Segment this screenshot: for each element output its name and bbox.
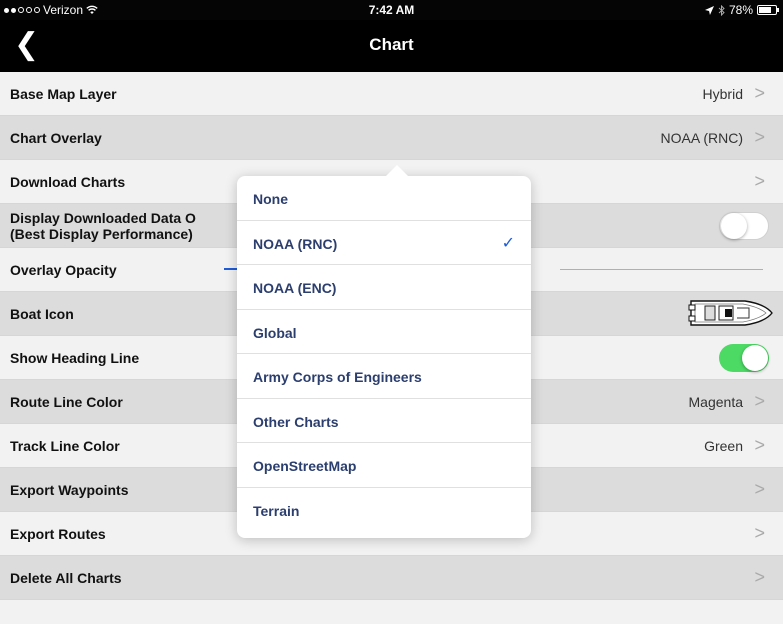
chevron-right-icon: > bbox=[754, 479, 765, 499]
checkmark-icon: ✓ bbox=[501, 234, 515, 252]
row-label-line1: Display Downloaded Data O bbox=[10, 210, 196, 226]
row-value: NOAA (RNC) bbox=[660, 130, 743, 146]
chevron-right-icon: > bbox=[754, 435, 765, 455]
heading-line-toggle[interactable] bbox=[719, 344, 769, 372]
battery-icon bbox=[757, 5, 779, 15]
chevron-right-icon: > bbox=[754, 523, 765, 543]
row-value: Magenta bbox=[688, 394, 743, 410]
option-terrain[interactable]: Terrain bbox=[237, 488, 531, 533]
option-army-corps[interactable]: Army Corps of Engineers bbox=[237, 354, 531, 399]
row-label-line2: (Best Display Performance) bbox=[10, 226, 193, 242]
opacity-slider-fill[interactable] bbox=[224, 268, 238, 270]
page-title: Chart bbox=[369, 35, 414, 54]
option-label: NOAA (ENC) bbox=[253, 280, 337, 296]
option-openstreetmap[interactable]: OpenStreetMap bbox=[237, 443, 531, 488]
option-global[interactable]: Global bbox=[237, 310, 531, 354]
option-label: None bbox=[253, 191, 288, 207]
option-label: NOAA (RNC) bbox=[253, 235, 338, 252]
chevron-right-icon: > bbox=[754, 83, 765, 103]
row-label: Download Charts bbox=[10, 174, 126, 190]
row-label: Overlay Opacity bbox=[10, 262, 117, 278]
option-other-charts[interactable]: Other Charts bbox=[237, 399, 531, 443]
chevron-right-icon: > bbox=[754, 391, 765, 411]
option-label: Army Corps of Engineers bbox=[253, 369, 422, 385]
battery-percent: 78% bbox=[728, 3, 753, 17]
row-label: Export Waypoints bbox=[10, 482, 129, 498]
row-delete-all-charts[interactable]: Delete All Charts > bbox=[0, 556, 783, 600]
navigation-bar: ❮ Chart bbox=[0, 20, 783, 72]
row-label: Display Downloaded Data O (Best Display … bbox=[10, 210, 196, 242]
status-right: 78% bbox=[704, 3, 779, 17]
row-label: Delete All Charts bbox=[10, 570, 122, 586]
display-downloaded-toggle[interactable] bbox=[719, 212, 769, 240]
bluetooth-icon bbox=[718, 4, 725, 16]
row-label: Boat Icon bbox=[10, 306, 74, 322]
status-bar: Verizon 7:42 AM 78% bbox=[0, 0, 783, 20]
chevron-right-icon: > bbox=[754, 567, 765, 587]
option-label: Other Charts bbox=[253, 413, 339, 430]
row-base-map-layer[interactable]: Base Map Layer Hybrid > bbox=[0, 72, 783, 116]
row-label: Export Routes bbox=[10, 526, 106, 542]
option-noaa-enc[interactable]: NOAA (ENC) bbox=[237, 265, 531, 310]
chevron-right-icon: > bbox=[754, 127, 765, 147]
row-label: Base Map Layer bbox=[10, 86, 117, 102]
row-label: Chart Overlay bbox=[10, 130, 102, 146]
option-none[interactable]: None bbox=[237, 176, 531, 221]
row-label: Track Line Color bbox=[10, 438, 120, 454]
row-label: Route Line Color bbox=[10, 394, 123, 410]
row-value: Hybrid bbox=[702, 86, 743, 102]
option-noaa-rnc[interactable]: NOAA (RNC) ✓ bbox=[237, 221, 531, 265]
row-value: Green bbox=[704, 438, 743, 454]
row-label: Show Heading Line bbox=[10, 350, 140, 366]
boat-icon bbox=[688, 300, 773, 326]
option-label: OpenStreetMap bbox=[253, 458, 357, 474]
status-time: 7:42 AM bbox=[368, 3, 415, 17]
option-label: Terrain bbox=[253, 502, 300, 519]
chevron-right-icon: > bbox=[754, 171, 765, 191]
option-label: Global bbox=[253, 324, 297, 341]
row-chart-overlay[interactable]: Chart Overlay NOAA (RNC) > bbox=[0, 116, 783, 160]
location-arrow-icon bbox=[704, 5, 714, 15]
opacity-slider-track[interactable] bbox=[560, 269, 763, 270]
chart-overlay-popover: None NOAA (RNC) ✓ NOAA (ENC) Global Army… bbox=[237, 165, 531, 538]
